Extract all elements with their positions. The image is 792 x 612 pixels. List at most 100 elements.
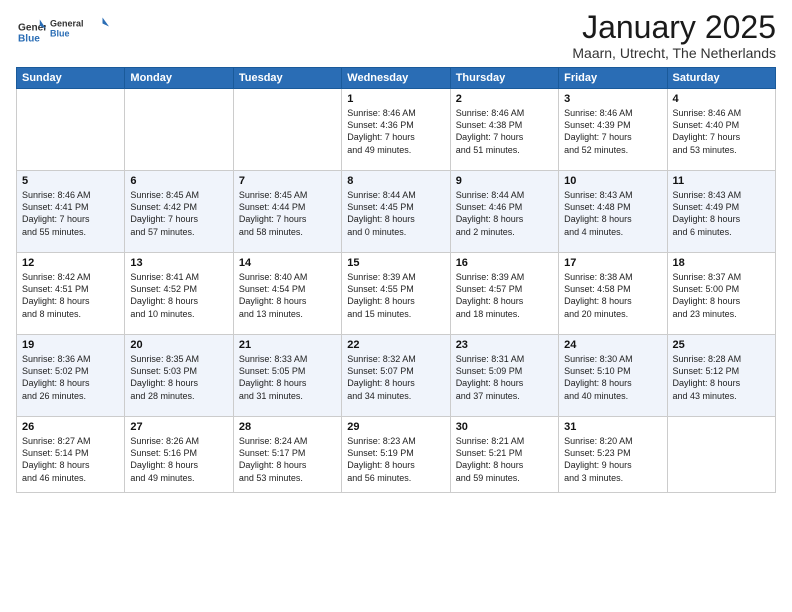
title-area: January 2025 Maarn, Utrecht, The Netherl…	[572, 10, 776, 61]
day-info: Sunrise: 8:38 AM Sunset: 4:58 PM Dayligh…	[564, 271, 661, 320]
day-number: 26	[22, 421, 119, 433]
weekday-header-friday: Friday	[559, 68, 667, 89]
calendar-cell: 4 Sunrise: 8:46 AM Sunset: 4:40 PM Daylig…	[667, 89, 775, 171]
calendar-cell: 25 Sunrise: 8:28 AM Sunset: 5:12 PM Dayli…	[667, 335, 775, 417]
day-number: 23	[456, 339, 553, 351]
week-row-5: 26 Sunrise: 8:27 AM Sunset: 5:14 PM Dayli…	[17, 417, 776, 493]
day-number: 14	[239, 257, 336, 269]
calendar-table: SundayMondayTuesdayWednesdayThursdayFrid…	[16, 67, 776, 493]
day-info: Sunrise: 8:35 AM Sunset: 5:03 PM Dayligh…	[130, 353, 227, 402]
day-info: Sunrise: 8:30 AM Sunset: 5:10 PM Dayligh…	[564, 353, 661, 402]
day-info: Sunrise: 8:40 AM Sunset: 4:54 PM Dayligh…	[239, 271, 336, 320]
day-number: 8	[347, 175, 444, 187]
day-info: Sunrise: 8:32 AM Sunset: 5:07 PM Dayligh…	[347, 353, 444, 402]
day-info: Sunrise: 8:21 AM Sunset: 5:21 PM Dayligh…	[456, 435, 553, 484]
svg-text:General: General	[50, 19, 84, 29]
calendar-cell: 6 Sunrise: 8:45 AM Sunset: 4:42 PM Daylig…	[125, 171, 233, 253]
day-info: Sunrise: 8:43 AM Sunset: 4:48 PM Dayligh…	[564, 189, 661, 238]
calendar-cell: 12Sunrise: 8:42 AM Sunset: 4:51 PM Dayli…	[17, 253, 125, 335]
calendar-cell: 5 Sunrise: 8:46 AM Sunset: 4:41 PM Daylig…	[17, 171, 125, 253]
day-info: Sunrise: 8:43 AM Sunset: 4:49 PM Dayligh…	[673, 189, 770, 238]
day-info: Sunrise: 8:27 AM Sunset: 5:14 PM Dayligh…	[22, 435, 119, 484]
day-number: 10	[564, 175, 661, 187]
day-number: 1	[347, 93, 444, 105]
weekday-header-sunday: Sunday	[17, 68, 125, 89]
calendar-cell: 8Sunrise: 8:44 AM Sunset: 4:45 PM Daylig…	[342, 171, 450, 253]
day-number: 3	[564, 93, 661, 105]
day-number: 30	[456, 421, 553, 433]
day-number: 25	[673, 339, 770, 351]
weekday-header-tuesday: Tuesday	[233, 68, 341, 89]
day-info: Sunrise: 8:31 AM Sunset: 5:09 PM Dayligh…	[456, 353, 553, 402]
calendar-cell: 29Sunrise: 8:23 AM Sunset: 5:19 PM Dayli…	[342, 417, 450, 493]
day-number: 29	[347, 421, 444, 433]
calendar-cell: 15Sunrise: 8:39 AM Sunset: 4:55 PM Dayli…	[342, 253, 450, 335]
calendar-cell: 17Sunrise: 8:38 AM Sunset: 4:58 PM Dayli…	[559, 253, 667, 335]
day-number: 6	[130, 175, 227, 187]
location-title: Maarn, Utrecht, The Netherlands	[572, 45, 776, 61]
svg-text:Blue: Blue	[50, 29, 70, 39]
calendar-cell: 21 Sunrise: 8:33 AM Sunset: 5:05 PM Dayli…	[233, 335, 341, 417]
calendar-cell: 2 Sunrise: 8:46 AM Sunset: 4:38 PM Daylig…	[450, 89, 558, 171]
day-info: Sunrise: 8:46 AM Sunset: 4:38 PM Dayligh…	[456, 107, 553, 156]
day-number: 18	[673, 257, 770, 269]
calendar-cell: 28Sunrise: 8:24 AM Sunset: 5:17 PM Dayli…	[233, 417, 341, 493]
day-info: Sunrise: 8:28 AM Sunset: 5:12 PM Dayligh…	[673, 353, 770, 402]
day-info: Sunrise: 8:36 AM Sunset: 5:02 PM Dayligh…	[22, 353, 119, 402]
page: General Blue General Blue January 2025 M…	[0, 0, 792, 612]
day-info: Sunrise: 8:46 AM Sunset: 4:41 PM Dayligh…	[22, 189, 119, 238]
calendar-cell: 22 Sunrise: 8:32 AM Sunset: 5:07 PM Dayli…	[342, 335, 450, 417]
weekday-header-thursday: Thursday	[450, 68, 558, 89]
calendar-cell	[667, 417, 775, 493]
day-info: Sunrise: 8:46 AM Sunset: 4:40 PM Dayligh…	[673, 107, 770, 156]
calendar-cell: 13Sunrise: 8:41 AM Sunset: 4:52 PM Dayli…	[125, 253, 233, 335]
day-info: Sunrise: 8:37 AM Sunset: 5:00 PM Dayligh…	[673, 271, 770, 320]
day-number: 24	[564, 339, 661, 351]
weekday-header-saturday: Saturday	[667, 68, 775, 89]
day-number: 19	[22, 339, 119, 351]
weekday-header-monday: Monday	[125, 68, 233, 89]
day-number: 16	[456, 257, 553, 269]
day-number: 20	[130, 339, 227, 351]
week-row-3: 12Sunrise: 8:42 AM Sunset: 4:51 PM Dayli…	[17, 253, 776, 335]
day-number: 4	[673, 93, 770, 105]
day-info: Sunrise: 8:33 AM Sunset: 5:05 PM Dayligh…	[239, 353, 336, 402]
weekday-header-wednesday: Wednesday	[342, 68, 450, 89]
calendar-cell: 31Sunrise: 8:20 AM Sunset: 5:23 PM Dayli…	[559, 417, 667, 493]
calendar-cell: 24 Sunrise: 8:30 AM Sunset: 5:10 PM Dayli…	[559, 335, 667, 417]
day-number: 22	[347, 339, 444, 351]
calendar-cell: 14 Sunrise: 8:40 AM Sunset: 4:54 PM Dayli…	[233, 253, 341, 335]
day-info: Sunrise: 8:45 AM Sunset: 4:44 PM Dayligh…	[239, 189, 336, 238]
weekday-header-row: SundayMondayTuesdayWednesdayThursdayFrid…	[17, 68, 776, 89]
calendar-cell	[233, 89, 341, 171]
day-number: 21	[239, 339, 336, 351]
month-title: January 2025	[572, 10, 776, 45]
day-info: Sunrise: 8:46 AM Sunset: 4:36 PM Dayligh…	[347, 107, 444, 156]
day-number: 2	[456, 93, 553, 105]
day-number: 7	[239, 175, 336, 187]
logo-area: General Blue General Blue	[16, 10, 110, 51]
header: General Blue General Blue January 2025 M…	[16, 10, 776, 61]
day-number: 5	[22, 175, 119, 187]
day-info: Sunrise: 8:39 AM Sunset: 4:55 PM Dayligh…	[347, 271, 444, 320]
day-number: 9	[456, 175, 553, 187]
logo-icon: General Blue	[18, 18, 46, 46]
calendar-cell: 9Sunrise: 8:44 AM Sunset: 4:46 PM Daylig…	[450, 171, 558, 253]
calendar-cell: 3 Sunrise: 8:46 AM Sunset: 4:39 PM Daylig…	[559, 89, 667, 171]
day-number: 28	[239, 421, 336, 433]
day-number: 13	[130, 257, 227, 269]
day-number: 31	[564, 421, 661, 433]
week-row-4: 19 Sunrise: 8:36 AM Sunset: 5:02 PM Dayli…	[17, 335, 776, 417]
calendar-cell: 16Sunrise: 8:39 AM Sunset: 4:57 PM Dayli…	[450, 253, 558, 335]
calendar-cell	[17, 89, 125, 171]
calendar-cell: 18 Sunrise: 8:37 AM Sunset: 5:00 PM Dayli…	[667, 253, 775, 335]
calendar-cell: 26 Sunrise: 8:27 AM Sunset: 5:14 PM Dayli…	[17, 417, 125, 493]
day-info: Sunrise: 8:45 AM Sunset: 4:42 PM Dayligh…	[130, 189, 227, 238]
calendar-cell: 10 Sunrise: 8:43 AM Sunset: 4:48 PM Dayli…	[559, 171, 667, 253]
day-number: 27	[130, 421, 227, 433]
day-number: 12	[22, 257, 119, 269]
week-row-1: 1 Sunrise: 8:46 AM Sunset: 4:36 PM Daylig…	[17, 89, 776, 171]
day-info: Sunrise: 8:46 AM Sunset: 4:39 PM Dayligh…	[564, 107, 661, 156]
calendar-cell: 7 Sunrise: 8:45 AM Sunset: 4:44 PM Daylig…	[233, 171, 341, 253]
week-row-2: 5 Sunrise: 8:46 AM Sunset: 4:41 PM Daylig…	[17, 171, 776, 253]
